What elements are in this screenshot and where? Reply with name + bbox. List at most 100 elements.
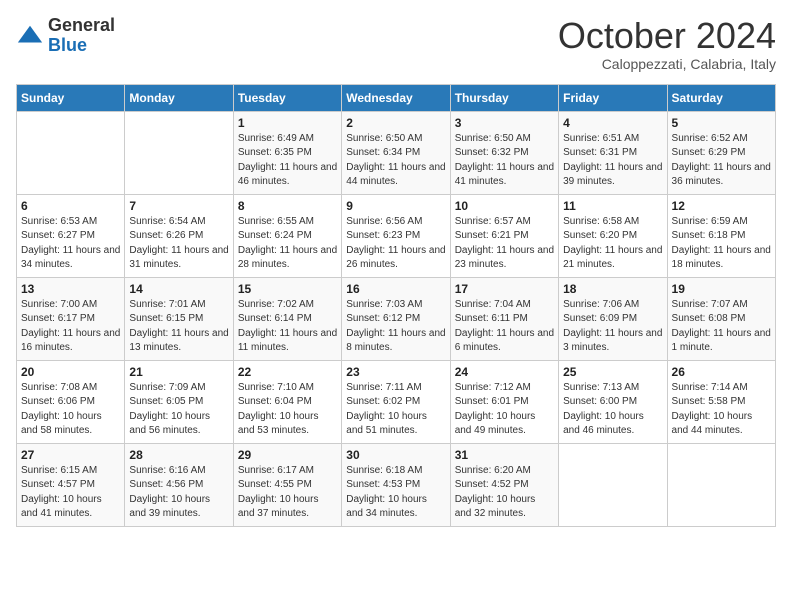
day-cell: 16Sunrise: 7:03 AMSunset: 6:12 PMDayligh… [342, 277, 450, 360]
daylight-text: Daylight: 10 hours and 49 minutes. [455, 410, 554, 439]
sunset-text: Sunset: 6:32 PM [455, 146, 554, 161]
day-number: 4 [563, 116, 662, 130]
daylight-text: Daylight: 11 hours and 44 minutes. [346, 161, 445, 190]
sunrise-text: Sunrise: 6:58 AM [563, 215, 662, 230]
daylight-text: Daylight: 11 hours and 11 minutes. [238, 327, 337, 356]
day-number: 7 [129, 199, 228, 213]
day-number: 16 [346, 282, 445, 296]
week-row-2: 6 Sunrise: 6:53 AMSunset: 6:27 PMDaylight… [17, 194, 776, 277]
sunrise-text: Sunrise: 7:10 AM [238, 381, 337, 396]
sunset-text: Sunset: 6:09 PM [563, 312, 662, 327]
day-info: Sunrise: 6:58 AMSunset: 6:20 PMDaylight:… [563, 215, 662, 273]
sunset-text: Sunset: 6:24 PM [238, 229, 337, 244]
day-header-tuesday: Tuesday [233, 84, 341, 111]
sunrise-text: Sunrise: 6:57 AM [455, 215, 554, 230]
daylight-text: Daylight: 10 hours and 51 minutes. [346, 410, 445, 439]
sunset-text: Sunset: 6:11 PM [455, 312, 554, 327]
day-cell: 1Sunrise: 6:49 AMSunset: 6:35 PMDaylight… [233, 111, 341, 194]
sunrise-text: Sunrise: 6:56 AM [346, 215, 445, 230]
day-cell [559, 443, 667, 526]
day-number: 9 [346, 199, 445, 213]
day-number: 30 [346, 448, 445, 462]
day-number: 11 [563, 199, 662, 213]
day-cell [667, 443, 775, 526]
day-cell: 23Sunrise: 7:11 AMSunset: 6:02 PMDayligh… [342, 360, 450, 443]
sunset-text: Sunset: 6:08 PM [672, 312, 771, 327]
daylight-text: Daylight: 11 hours and 31 minutes. [129, 244, 228, 273]
day-info: Sunrise: 7:01 AMSunset: 6:15 PMDaylight:… [129, 298, 228, 356]
sunset-text: Sunset: 4:55 PM [238, 478, 337, 493]
sunrise-text: Sunrise: 6:59 AM [672, 215, 771, 230]
day-info: Sunrise: 7:08 AMSunset: 6:06 PMDaylight:… [21, 381, 120, 439]
day-number: 21 [129, 365, 228, 379]
day-header-saturday: Saturday [667, 84, 775, 111]
day-info: Sunrise: 6:20 AMSunset: 4:52 PMDaylight:… [455, 464, 554, 522]
day-cell: 26Sunrise: 7:14 AMSunset: 5:58 PMDayligh… [667, 360, 775, 443]
day-cell: 28Sunrise: 6:16 AMSunset: 4:56 PMDayligh… [125, 443, 233, 526]
day-header-friday: Friday [559, 84, 667, 111]
day-cell: 20 Sunrise: 7:08 AMSunset: 6:06 PMDayligh… [17, 360, 125, 443]
day-header-wednesday: Wednesday [342, 84, 450, 111]
sunset-text: Sunset: 6:02 PM [346, 395, 445, 410]
sunset-text: Sunset: 6:05 PM [129, 395, 228, 410]
sunrise-text: Sunrise: 7:03 AM [346, 298, 445, 313]
sunset-text: Sunset: 6:35 PM [238, 146, 337, 161]
sunrise-text: Sunrise: 6:20 AM [455, 464, 554, 479]
day-cell: 19 Sunrise: 7:07 AMSunset: 6:08 PMDayligh… [667, 277, 775, 360]
day-cell: 27Sunrise: 6:15 AMSunset: 4:57 PMDayligh… [17, 443, 125, 526]
daylight-text: Daylight: 10 hours and 56 minutes. [129, 410, 228, 439]
calendar-table: SundayMondayTuesdayWednesdayThursdayFrid… [16, 84, 776, 527]
day-cell: 25 Sunrise: 7:13 AMSunset: 6:00 PMDayligh… [559, 360, 667, 443]
day-info: Sunrise: 6:16 AMSunset: 4:56 PMDaylight:… [129, 464, 228, 522]
daylight-text: Daylight: 11 hours and 18 minutes. [672, 244, 771, 273]
day-number: 25 [563, 365, 662, 379]
day-info: Sunrise: 6:54 AMSunset: 6:26 PMDaylight:… [129, 215, 228, 273]
sunrise-text: Sunrise: 7:01 AM [129, 298, 228, 313]
day-info: Sunrise: 7:12 AMSunset: 6:01 PMDaylight:… [455, 381, 554, 439]
day-info: Sunrise: 6:55 AMSunset: 6:24 PMDaylight:… [238, 215, 337, 273]
location-subtitle: Caloppezzati, Calabria, Italy [558, 56, 776, 72]
daylight-text: Daylight: 10 hours and 34 minutes. [346, 493, 445, 522]
day-number: 20 [21, 365, 120, 379]
day-info: Sunrise: 7:02 AMSunset: 6:14 PMDaylight:… [238, 298, 337, 356]
day-info: Sunrise: 6:15 AMSunset: 4:57 PMDaylight:… [21, 464, 120, 522]
day-number: 6 [21, 199, 120, 213]
day-cell: 9Sunrise: 6:56 AMSunset: 6:23 PMDaylight… [342, 194, 450, 277]
daylight-text: Daylight: 10 hours and 53 minutes. [238, 410, 337, 439]
sunset-text: Sunset: 6:31 PM [563, 146, 662, 161]
daylight-text: Daylight: 11 hours and 1 minute. [672, 327, 771, 356]
sunset-text: Sunset: 6:14 PM [238, 312, 337, 327]
day-cell: 10Sunrise: 6:57 AMSunset: 6:21 PMDayligh… [450, 194, 558, 277]
sunrise-text: Sunrise: 6:54 AM [129, 215, 228, 230]
day-info: Sunrise: 6:50 AMSunset: 6:32 PMDaylight:… [455, 132, 554, 190]
day-cell: 31Sunrise: 6:20 AMSunset: 4:52 PMDayligh… [450, 443, 558, 526]
day-info: Sunrise: 6:51 AMSunset: 6:31 PMDaylight:… [563, 132, 662, 190]
day-info: Sunrise: 7:13 AMSunset: 6:00 PMDaylight:… [563, 381, 662, 439]
daylight-text: Daylight: 10 hours and 37 minutes. [238, 493, 337, 522]
day-info: Sunrise: 7:04 AMSunset: 6:11 PMDaylight:… [455, 298, 554, 356]
sunrise-text: Sunrise: 6:52 AM [672, 132, 771, 147]
day-cell: 6 Sunrise: 6:53 AMSunset: 6:27 PMDaylight… [17, 194, 125, 277]
day-number: 12 [672, 199, 771, 213]
day-number: 15 [238, 282, 337, 296]
daylight-text: Daylight: 10 hours and 32 minutes. [455, 493, 554, 522]
sunrise-text: Sunrise: 7:11 AM [346, 381, 445, 396]
day-info: Sunrise: 6:50 AMSunset: 6:34 PMDaylight:… [346, 132, 445, 190]
sunset-text: Sunset: 6:12 PM [346, 312, 445, 327]
week-row-5: 27Sunrise: 6:15 AMSunset: 4:57 PMDayligh… [17, 443, 776, 526]
day-cell: 15 Sunrise: 7:02 AMSunset: 6:14 PMDayligh… [233, 277, 341, 360]
day-info: Sunrise: 6:49 AMSunset: 6:35 PMDaylight:… [238, 132, 337, 190]
day-info: Sunrise: 6:53 AMSunset: 6:27 PMDaylight:… [21, 215, 120, 273]
day-number: 29 [238, 448, 337, 462]
day-cell: 22Sunrise: 7:10 AMSunset: 6:04 PMDayligh… [233, 360, 341, 443]
sunrise-text: Sunrise: 6:15 AM [21, 464, 120, 479]
day-cell: 24Sunrise: 7:12 AMSunset: 6:01 PMDayligh… [450, 360, 558, 443]
sunset-text: Sunset: 6:18 PM [672, 229, 771, 244]
sunrise-text: Sunrise: 7:12 AM [455, 381, 554, 396]
week-row-1: 1Sunrise: 6:49 AMSunset: 6:35 PMDaylight… [17, 111, 776, 194]
day-header-thursday: Thursday [450, 84, 558, 111]
day-number: 19 [672, 282, 771, 296]
sunset-text: Sunset: 5:58 PM [672, 395, 771, 410]
page-header: General Blue October 2024 Caloppezzati, … [16, 16, 776, 72]
sunrise-text: Sunrise: 7:07 AM [672, 298, 771, 313]
